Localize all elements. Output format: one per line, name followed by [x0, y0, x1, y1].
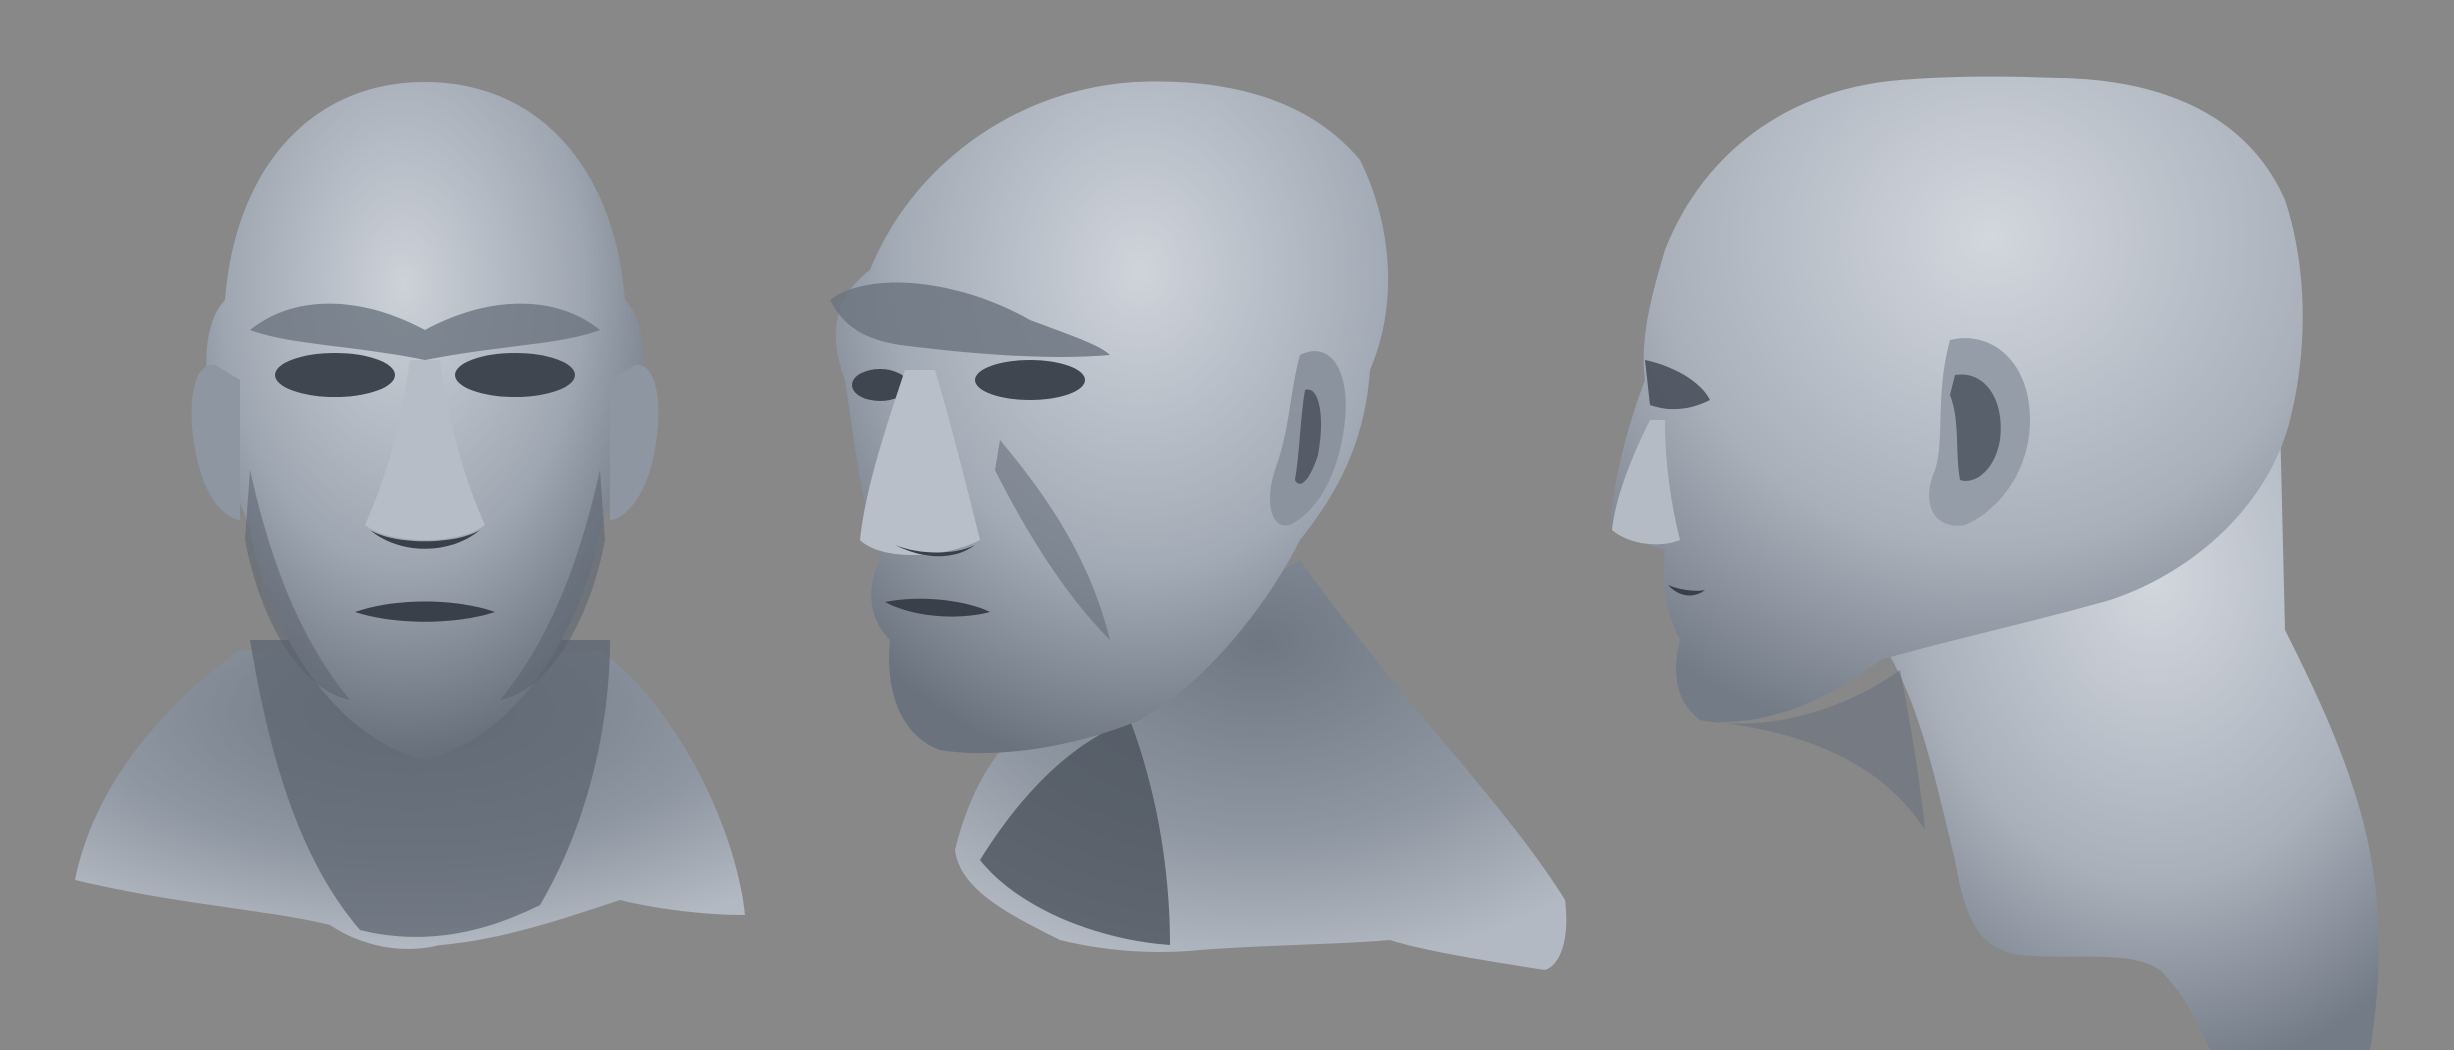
- head-profile-view: [1610, 76, 2379, 1050]
- tq-eye-near: [975, 360, 1085, 400]
- render-viewport: [0, 0, 2454, 1050]
- front-eye-right: [455, 353, 575, 397]
- front-ear-right: [610, 364, 659, 520]
- sculpt-render: [75, 76, 2379, 1050]
- front-ear-left: [191, 364, 240, 520]
- head-front-view: [75, 82, 745, 949]
- front-eye-left: [275, 353, 395, 397]
- head-three-quarter-view: [830, 81, 1567, 970]
